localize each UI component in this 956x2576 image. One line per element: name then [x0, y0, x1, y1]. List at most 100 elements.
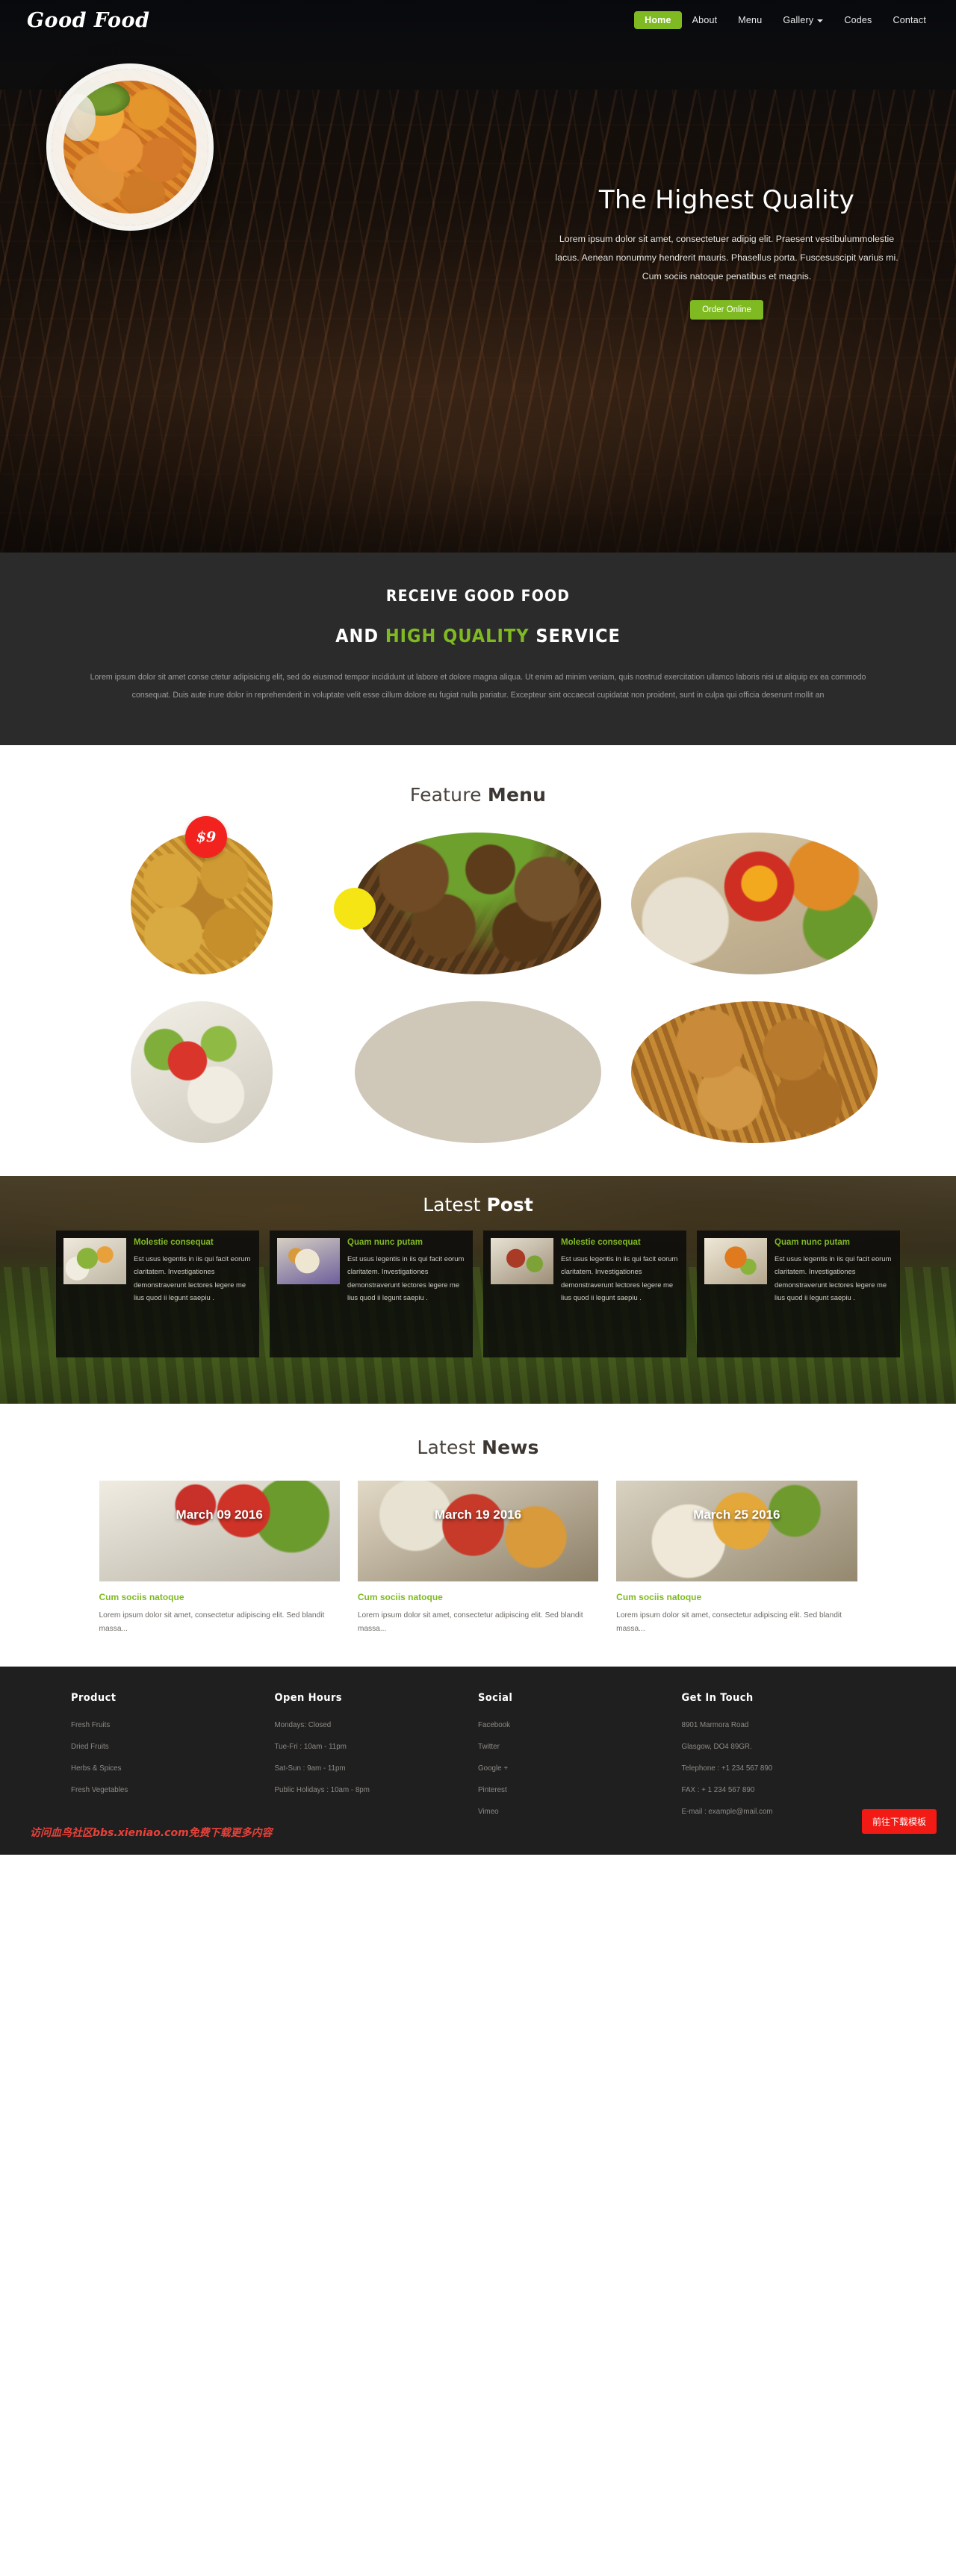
feature-item-2-image	[355, 833, 601, 974]
news-card[interactable]: March 19 2016 Cum sociis natoque Lorem i…	[357, 1481, 599, 1637]
open-hours-mondays: Mondays: Closed	[274, 1720, 332, 1729]
social-link-facebook[interactable]: Facebook	[478, 1721, 510, 1729]
promo-band-line1: RECEIVE GOOD FOOD	[385, 587, 571, 605]
latest-post-section: Latest Post Molestie consequat Est usus …	[0, 1176, 956, 1404]
footer-link-dried-fruits[interactable]: Dried Fruits	[71, 1743, 109, 1751]
latest-news-title: Latest News	[0, 1437, 956, 1458]
open-hours-public-holidays: Public Holidays : 10am - 8pm	[274, 1785, 370, 1794]
open-hours-tue-fri: Tue-Fri : 10am - 11pm	[274, 1742, 347, 1751]
nav-link-gallery[interactable]: Gallery	[772, 11, 834, 29]
footer-link-fresh-vegetables[interactable]: Fresh Vegetables	[71, 1786, 128, 1794]
news-card-text: Lorem ipsum dolor sit amet, consectetur …	[616, 1611, 842, 1634]
feature-menu-title-light: Feature	[409, 784, 488, 806]
footer-list-open-hours: Mondays: Closed Tue-Fri : 10am - 11pm Sa…	[275, 1717, 479, 1796]
price-badge: $9	[185, 816, 227, 858]
footer-item: Fresh Fruits	[71, 1717, 275, 1731]
contact-fax: FAX : + 1 234 567 890	[681, 1785, 755, 1794]
social-link-vimeo[interactable]: Vimeo	[478, 1808, 499, 1816]
nav-item-menu: Menu	[727, 11, 772, 29]
nav-link-menu[interactable]: Menu	[727, 11, 772, 29]
latest-news-title-light: Latest	[417, 1437, 482, 1458]
footer-column-product: Product Fresh Fruits Dried Fruits Herbs …	[71, 1692, 275, 1826]
news-card[interactable]: March 25 2016 Cum sociis natoque Lorem i…	[616, 1481, 857, 1637]
latest-post-card[interactable]: Quam nunc putam Est usus legentis in iis…	[270, 1231, 473, 1357]
news-card-heading[interactable]: Cum sociis natoque	[616, 1592, 857, 1602]
download-template-button[interactable]: 前往下载模板	[861, 1808, 937, 1834]
latest-post-card[interactable]: Molestie consequat Est usus legentis in …	[56, 1231, 259, 1357]
feature-item-5[interactable]	[355, 1001, 601, 1143]
latest-post-card-text: Est usus legentis in iis qui facit eorum…	[775, 1254, 892, 1302]
latest-post-card[interactable]: Quam nunc putam Est usus legentis in iis…	[697, 1231, 900, 1357]
footer-list-product: Fresh Fruits Dried Fruits Herbs & Spices…	[71, 1717, 275, 1796]
footer-column-open-hours: Open Hours Mondays: Closed Tue-Fri : 10a…	[275, 1692, 479, 1826]
social-link-twitter[interactable]: Twitter	[478, 1743, 500, 1751]
footer-item: Pinterest	[478, 1782, 682, 1796]
social-link-pinterest[interactable]: Pinterest	[478, 1786, 507, 1794]
footer-item: Telephone : +1 234 567 890	[682, 1761, 886, 1774]
feature-menu-grid: $9	[63, 816, 893, 1143]
latest-post-card-list: Molestie consequat Est usus legentis in …	[56, 1231, 900, 1357]
latest-post-card-heading: Molestie consequat	[134, 1238, 214, 1247]
nav-link-codes[interactable]: Codes	[834, 11, 882, 29]
latest-news-grid: March 09 2016 Cum sociis natoque Lorem i…	[99, 1481, 857, 1637]
footer-item: 8901 Marmora Road	[682, 1717, 886, 1731]
nav-link-home[interactable]: Home	[634, 11, 682, 29]
footer-item: Sat-Sun : 9am - 11pm	[275, 1761, 479, 1774]
footer-item: Facebook	[478, 1717, 682, 1731]
news-card-heading[interactable]: Cum sociis natoque	[99, 1592, 340, 1602]
nav-link-contact[interactable]: Contact	[883, 11, 937, 29]
latest-post-title: Latest Post	[0, 1176, 956, 1216]
promo-band-line2-highlight: HIGH QUALITY	[385, 625, 530, 647]
nav-list: Home About Menu Gallery Codes Contact	[634, 11, 937, 29]
footer-item: FAX : + 1 234 567 890	[682, 1782, 886, 1796]
feature-item-4-image	[131, 1001, 273, 1143]
footer-column-social: Social Facebook Twitter Google + Pintere…	[478, 1692, 682, 1826]
footer-item: Public Holidays : 10am - 8pm	[275, 1782, 479, 1796]
contact-telephone: Telephone : +1 234 567 890	[681, 1764, 773, 1773]
latest-news-section: Latest News March 09 2016 Cum sociis nat…	[0, 1404, 956, 1667]
hero-description: Lorem ipsum dolor sit amet, consectetuer…	[555, 234, 898, 281]
footer-heading-product: Product	[71, 1691, 117, 1704]
footer-item: Glasgow, DO4 89GR.	[682, 1739, 886, 1752]
latest-post-card-thumbnail	[63, 1238, 126, 1284]
order-online-button[interactable]: Order Online	[690, 300, 763, 320]
news-card-text: Lorem ipsum dolor sit amet, consectetur …	[357, 1611, 583, 1634]
nav-item-home: Home	[634, 11, 682, 29]
news-card-heading[interactable]: Cum sociis natoque	[358, 1592, 598, 1602]
hero-dish-image	[46, 63, 214, 231]
promo-band-section: RECEIVE GOOD FOOD AND HIGH QUALITY SERVI…	[0, 553, 956, 745]
latest-post-title-light: Latest	[423, 1194, 487, 1216]
nav-item-gallery: Gallery	[772, 11, 834, 29]
footer-list-social: Facebook Twitter Google + Pinterest Vime…	[478, 1717, 682, 1817]
footer-link-herbs-spices[interactable]: Herbs & Spices	[71, 1764, 122, 1773]
latest-post-card-thumbnail	[491, 1238, 553, 1284]
news-card-image: March 19 2016	[357, 1481, 599, 1581]
latest-post-card-text: Est usus legentis in iis qui facit eorum…	[347, 1254, 465, 1302]
feature-item-4[interactable]	[78, 1001, 325, 1143]
latest-post-card[interactable]: Molestie consequat Est usus legentis in …	[483, 1231, 686, 1357]
contact-address-line2: Glasgow, DO4 89GR.	[681, 1742, 752, 1751]
footer-column-get-in-touch: Get In Touch 8901 Marmora Road Glasgow, …	[682, 1692, 886, 1826]
site-logo[interactable]: Good Food	[27, 9, 149, 32]
open-hours-sat-sun: Sat-Sun : 9am - 11pm	[274, 1764, 346, 1773]
social-link-google-plus[interactable]: Google +	[478, 1764, 508, 1773]
footer-item: Tue-Fri : 10am - 11pm	[275, 1739, 479, 1752]
site-footer: Product Fresh Fruits Dried Fruits Herbs …	[0, 1666, 956, 1855]
feature-menu-section: Feature Menu $9	[0, 745, 956, 1176]
nav-link-about[interactable]: About	[682, 11, 728, 29]
feature-item-3[interactable]	[631, 833, 878, 974]
footer-item: Dried Fruits	[71, 1739, 275, 1752]
footer-link-fresh-fruits[interactable]: Fresh Fruits	[71, 1721, 110, 1729]
feature-item-6[interactable]	[631, 1001, 878, 1143]
watermark-text: 访问血鸟社区bbs.xieniao.com免费下载更多内容	[30, 1826, 273, 1839]
contact-address-line1: 8901 Marmora Road	[681, 1720, 749, 1729]
chevron-down-icon	[817, 19, 824, 22]
nav-item-contact: Contact	[883, 11, 937, 29]
latest-post-card-text: Est usus legentis in iis qui facit eorum…	[561, 1254, 678, 1302]
feature-item-2[interactable]	[334, 833, 601, 974]
feature-item-3-image	[631, 833, 878, 974]
news-card-date: March 25 2016	[693, 1508, 780, 1522]
news-card[interactable]: March 09 2016 Cum sociis natoque Lorem i…	[99, 1481, 340, 1637]
feature-item-1[interactable]: $9	[78, 816, 325, 974]
latest-post-card-thumbnail	[704, 1238, 767, 1284]
